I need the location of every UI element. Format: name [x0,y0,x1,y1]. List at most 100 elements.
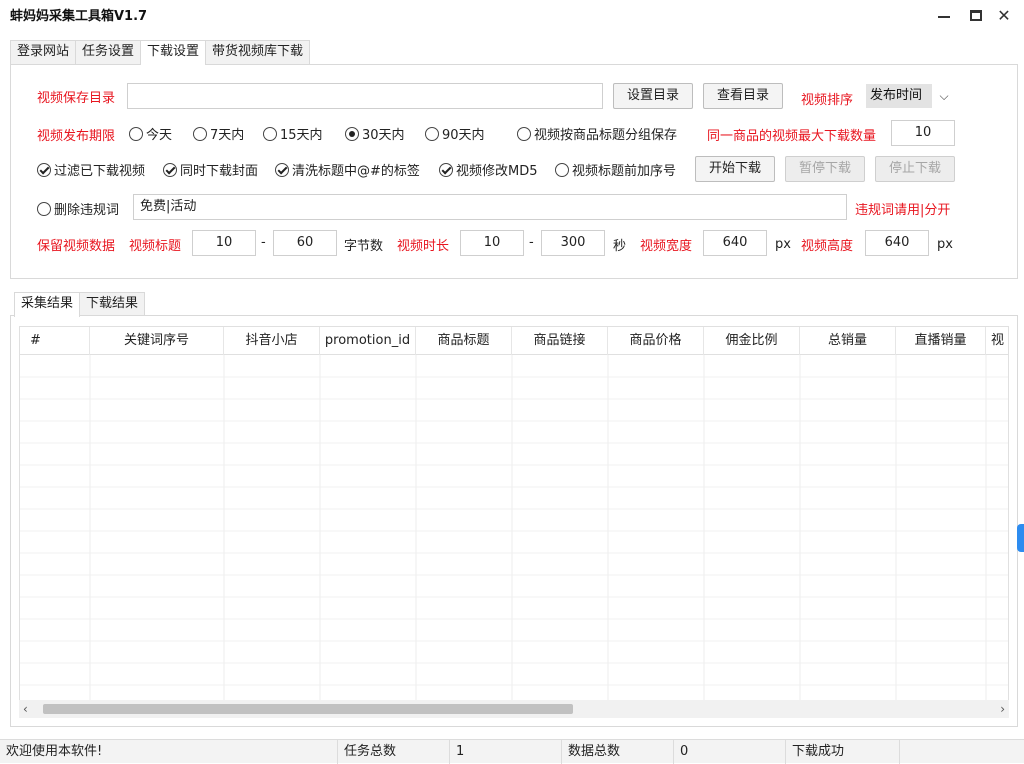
title-max-input[interactable]: 60 [273,230,337,256]
period-label: 视频发布期限 [37,129,116,144]
tab-download-results[interactable]: 下载结果 [79,292,146,316]
clean-tags-checkbox[interactable]: 清洗标题中@#的标签 [275,160,420,179]
tab-download-settings[interactable]: 下载设置 [140,40,207,65]
height-unit: px [937,237,953,252]
scrollbar-thumb[interactable] [43,704,573,714]
status-data-total-value: 0 [674,740,786,764]
tab-collect-results[interactable]: 采集结果 [14,292,81,317]
tab-video-library[interactable]: 带货视频库下载 [205,40,311,64]
delete-words-radio[interactable]: 删除违规词 [37,199,119,218]
close-button[interactable]: ✕ [992,4,1016,28]
minimize-icon [938,16,950,18]
col-product-link[interactable]: 商品链接 [512,327,608,355]
app-window: 蚌妈妈采集工具箱V1.7 ✕ 登录网站 任务设置 下载设置 带货视频库下载 视频… [0,0,1024,764]
title-range-dash: - [261,235,266,250]
settings-tabs: 登录网站 任务设置 下载设置 带货视频库下载 [10,40,311,65]
duration-label: 视频时长 [397,239,450,254]
view-dir-button[interactable]: 查看目录 [703,83,783,109]
period-90d-radio[interactable]: 90天内 [425,124,485,143]
save-dir-label: 视频保存目录 [37,91,116,106]
close-icon: ✕ [997,6,1011,25]
side-handle[interactable] [1017,524,1024,552]
col-index[interactable]: # [20,327,90,355]
tab-login[interactable]: 登录网站 [10,40,77,64]
minimize-button[interactable] [932,4,956,28]
col-live-sales[interactable]: 直播销量 [896,327,986,355]
period-15d-radio[interactable]: 15天内 [263,124,323,143]
table-gridlines [20,355,1008,705]
results-table[interactable]: # 关键词序号 抖音小店 promotion_id 商品标题 商品链接 商品价格… [19,326,1009,706]
radio-icon [193,126,207,141]
maximize-button[interactable] [964,4,988,28]
col-product-title[interactable]: 商品标题 [416,327,512,355]
col-shop[interactable]: 抖音小店 [224,327,320,355]
checked-icon [275,162,289,177]
sort-label: 视频排序 [801,93,854,108]
radio-icon [555,162,569,177]
duration-range-dash: - [529,235,534,250]
sort-select[interactable]: 发布时间 ⌵ [866,84,956,108]
title-prefix-label: 视频标题前加序号 [572,164,677,179]
col-product-price[interactable]: 商品价格 [608,327,704,355]
col-promotion-id[interactable]: promotion_id [320,327,416,355]
period-today-radio[interactable]: 今天 [129,124,172,143]
window-title: 蚌妈妈采集工具箱V1.7 [10,9,148,24]
start-download-button[interactable]: 开始下载 [695,156,775,182]
delete-words-label: 删除违规词 [54,203,120,218]
duration-min-input[interactable]: 10 [460,230,524,256]
height-input[interactable]: 640 [865,230,929,256]
duration-unit: 秒 [613,239,627,254]
duration-max-input[interactable]: 300 [541,230,605,256]
result-tabs: 采集结果 下载结果 [14,292,146,317]
width-input[interactable]: 640 [703,230,767,256]
status-bar: 欢迎使用本软件! 任务总数 1 数据总数 0 下载成功 [0,739,1024,764]
col-video[interactable]: 视 [986,327,1008,355]
period-30d-radio[interactable]: 30天内 [345,124,405,143]
pause-download-button[interactable]: 暂停下载 [785,156,865,182]
period-90d-label: 90天内 [442,128,485,143]
table-header: # 关键词序号 抖音小店 promotion_id 商品标题 商品链接 商品价格… [20,327,1008,355]
scroll-right-icon[interactable]: › [1000,700,1005,718]
checked-icon [439,162,453,177]
download-settings-panel: 视频保存目录 设置目录 查看目录 视频排序 发布时间 ⌵ 视频发布期限 今天 7… [10,64,1018,279]
delete-words-input[interactable]: 免费|活动 [133,194,847,220]
horizontal-scrollbar[interactable]: ‹ › [19,700,1009,718]
max-per-product-input[interactable]: 10 [891,120,955,146]
col-keyword-no[interactable]: 关键词序号 [90,327,224,355]
period-15d-label: 15天内 [280,128,323,143]
radio-icon [37,201,51,216]
col-total-sales[interactable]: 总销量 [800,327,896,355]
status-task-total-value: 1 [450,740,562,764]
clean-tags-label: 清洗标题中@#的标签 [292,164,420,179]
radio-icon [425,126,439,141]
results-panel: # 关键词序号 抖音小店 promotion_id 商品标题 商品链接 商品价格… [10,315,1018,727]
max-per-product-label: 同一商品的视频最大下载数量 [707,129,877,144]
period-7d-radio[interactable]: 7天内 [193,124,244,143]
sort-select-value: 发布时间 [870,88,923,103]
width-label: 视频宽度 [640,239,693,254]
set-dir-button[interactable]: 设置目录 [613,83,693,109]
download-cover-checkbox[interactable]: 同时下载封面 [163,160,258,179]
group-by-title-label: 视频按商品标题分组保存 [534,128,678,143]
radio-icon [263,126,277,141]
chevron-down-icon: ⌵ [932,84,956,108]
scroll-left-icon[interactable]: ‹ [23,700,28,718]
status-download: 下载成功 [786,740,900,764]
title-min-input[interactable]: 10 [192,230,256,256]
period-30d-label: 30天内 [362,128,405,143]
period-7d-label: 7天内 [210,128,245,143]
save-dir-input[interactable] [127,83,603,109]
col-commission[interactable]: 佣金比例 [704,327,800,355]
modify-md5-checkbox[interactable]: 视频修改MD5 [439,160,538,179]
stop-download-button[interactable]: 停止下载 [875,156,955,182]
radio-icon [129,126,143,141]
filter-downloaded-checkbox[interactable]: 过滤已下载视频 [37,160,145,179]
period-today-label: 今天 [146,128,173,143]
filter-downloaded-label: 过滤已下载视频 [54,164,146,179]
modify-md5-label: 视频修改MD5 [456,164,538,179]
tab-task-settings[interactable]: 任务设置 [75,40,142,64]
width-unit: px [775,237,791,252]
group-by-title-radio[interactable]: 视频按商品标题分组保存 [517,124,677,143]
delete-words-hint: 违规词请用|分开 [855,203,951,218]
title-prefix-radio[interactable]: 视频标题前加序号 [555,160,676,179]
